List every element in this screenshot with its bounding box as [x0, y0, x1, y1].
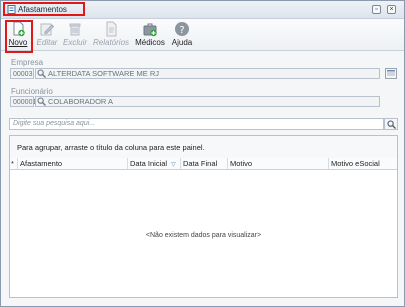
- column-header-data-inicial[interactable]: Data Inicial ▽: [128, 158, 181, 169]
- reports-button[interactable]: Relatórios: [93, 21, 129, 49]
- help-button[interactable]: ? Ajuda: [170, 21, 194, 49]
- column-header-data-final-label: Data Final: [183, 159, 218, 168]
- edit-button[interactable]: Editar: [35, 21, 59, 49]
- column-header-motivo-label: Motivo: [230, 159, 253, 168]
- trash-icon: [69, 23, 81, 36]
- help-icon: ?: [175, 22, 189, 36]
- funcionario-name-value: COLABORADOR A: [48, 97, 114, 106]
- column-header-motivo-esocial[interactable]: Motivo eSocial: [329, 158, 397, 169]
- afastamentos-window: Afastamentos ▫ × Novo Editar Excluir Rel…: [0, 0, 405, 307]
- doctors-button[interactable]: Médicos: [135, 21, 165, 49]
- column-header-motivo-esocial-label: Motivo eSocial: [331, 159, 380, 168]
- funcionario-label: Funcionário: [11, 87, 53, 96]
- data-grid: Para agrupar, arraste o título da coluna…: [9, 135, 398, 298]
- svg-text:?: ?: [179, 25, 184, 36]
- empresa-name-value: ALTERDATA SOFTWARE ME RJ: [48, 69, 159, 78]
- column-header-data-inicial-label: Data Inicial: [130, 159, 168, 168]
- close-button[interactable]: ×: [387, 5, 396, 14]
- empresa-label: Empresa: [11, 58, 44, 67]
- row-indicator-header: *: [10, 158, 18, 169]
- search-icon: [387, 120, 396, 129]
- restore-button[interactable]: ▫: [372, 5, 381, 14]
- search-placeholder: Digite sua pesquisa aqui...: [13, 120, 96, 127]
- column-header-motivo[interactable]: Motivo: [228, 158, 329, 169]
- delete-button[interactable]: Excluir: [63, 21, 87, 49]
- reports-button-label: Relatórios: [93, 38, 130, 47]
- report-icon: [106, 21, 117, 37]
- column-header-afastamento[interactable]: Afastamento: [18, 158, 128, 169]
- new-button-highlight-box: [5, 20, 33, 53]
- funcionario-search-icon[interactable]: [37, 97, 46, 106]
- grid-header-row: * Afastamento Data Inicial ▽ Data Final M…: [10, 158, 397, 170]
- search-input[interactable]: Digite sua pesquisa aqui...: [9, 118, 384, 130]
- help-button-label: Ajuda: [171, 38, 193, 47]
- funcionario-code-field[interactable]: 000001: [10, 96, 36, 107]
- edit-icon: [40, 23, 55, 36]
- group-by-panel[interactable]: Para agrupar, arraste o título da coluna…: [10, 136, 397, 159]
- group-by-hint: Para agrupar, arraste o título da coluna…: [17, 143, 205, 152]
- doctors-button-label: Médicos: [135, 38, 165, 47]
- edit-button-label: Editar: [36, 38, 58, 47]
- calendar-icon[interactable]: [385, 68, 397, 79]
- column-header-data-final[interactable]: Data Final: [181, 158, 228, 169]
- search-button[interactable]: [384, 118, 398, 130]
- toolbar: Novo Editar Excluir Relatórios Médicos ?…: [1, 19, 404, 51]
- empty-grid-message: <Não existem dados para visualizar>: [145, 232, 262, 239]
- column-header-afastamento-label: Afastamento: [20, 159, 63, 168]
- funcionario-name-field[interactable]: COLABORADOR A: [35, 96, 380, 107]
- title-highlight-box: [3, 2, 85, 16]
- delete-button-label: Excluir: [63, 38, 88, 47]
- empresa-code-field[interactable]: 00003: [10, 68, 34, 79]
- sort-descending-icon: ▽: [171, 162, 176, 168]
- doctor-icon: [143, 23, 157, 37]
- empresa-name-field[interactable]: ALTERDATA SOFTWARE ME RJ: [35, 68, 380, 79]
- empresa-search-icon[interactable]: [37, 69, 46, 78]
